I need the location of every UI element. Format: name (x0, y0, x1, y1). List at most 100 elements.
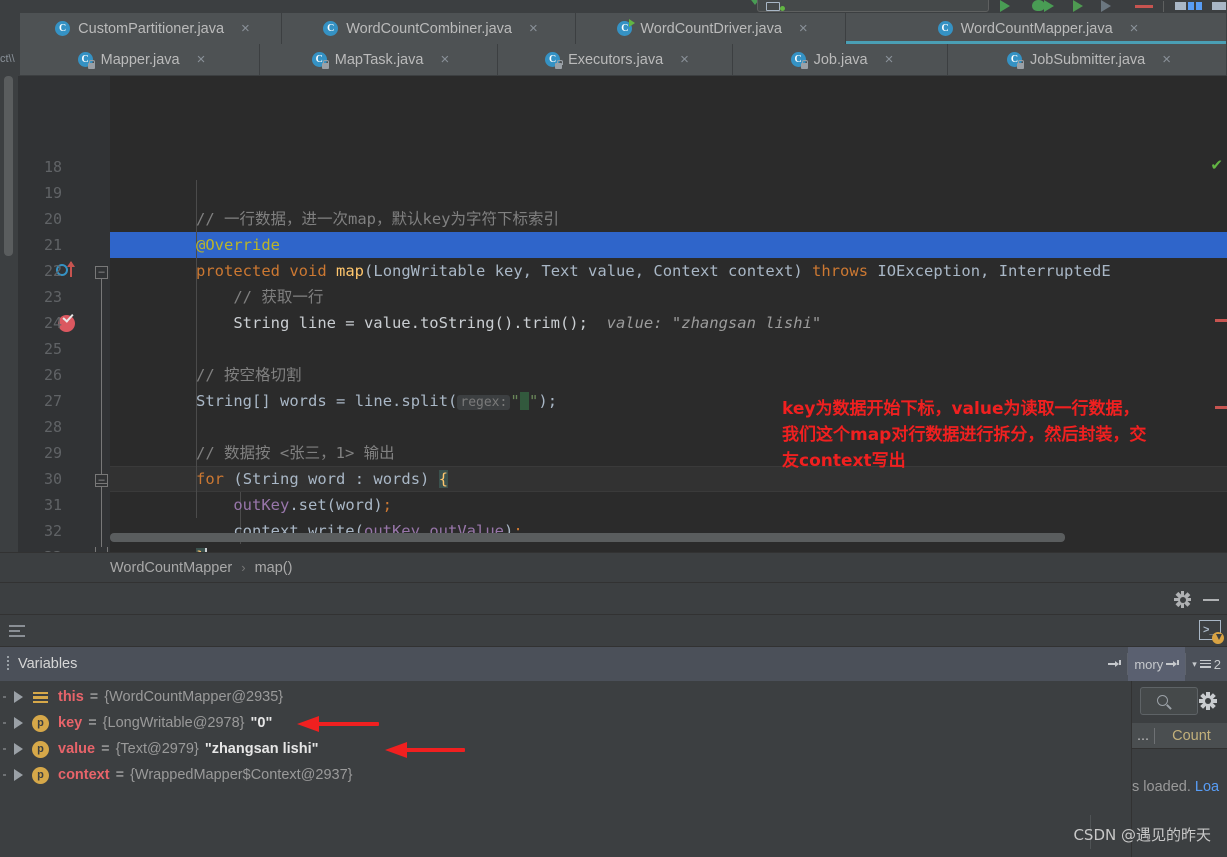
status-text: s loaded. Loa (1132, 779, 1227, 795)
expand-triangle-icon[interactable] (14, 769, 23, 781)
tab-close-icon[interactable]: × (680, 52, 689, 67)
tab-close-icon[interactable]: × (1130, 21, 1139, 36)
variable-type: {Text@2979} (115, 741, 199, 757)
layout-button-icon[interactable] (1175, 2, 1186, 10)
threads-count-button[interactable]: ▾ 2 (1186, 647, 1227, 681)
line-number: 29 (43, 444, 62, 462)
code-line-33: } (196, 544, 207, 552)
line-number: 20 (43, 210, 62, 228)
variable-type: {LongWritable@2978} (102, 715, 245, 731)
tab-label: WordCountCombiner.java (346, 20, 512, 37)
gear-icon[interactable] (1199, 692, 1217, 710)
threads-icon (1199, 659, 1211, 669)
code-editor[interactable]: ✔ – – 18 19 20 21 22 23 24 25 26 27 28 2… (0, 76, 1227, 552)
search-input[interactable] (1140, 687, 1198, 715)
tab-label: JobSubmitter.java (1029, 51, 1146, 68)
tab-jobsubmitter[interactable]: C JobSubmitter.java × (948, 44, 1227, 75)
run-config-dot-icon (780, 6, 785, 11)
debug-arrow-icon[interactable] (1044, 0, 1054, 12)
layout-button2-icon[interactable] (1188, 2, 1194, 10)
column-header-ellipsis: ... (1136, 727, 1150, 744)
breadcrumb-separator-icon: › (241, 560, 246, 575)
tab-wordcountmapper[interactable]: C WordCountMapper.java × (846, 13, 1227, 44)
tab-close-icon[interactable]: × (885, 52, 894, 67)
line-number: 30 (43, 470, 62, 488)
watermark: CSDN @遇见的昨天 (1073, 826, 1211, 844)
tab-close-icon[interactable]: × (241, 21, 250, 36)
code-line-23: // 获取一行 (196, 288, 324, 306)
variables-tab-label[interactable]: Variables (18, 656, 77, 672)
expand-triangle-icon[interactable] (14, 743, 23, 755)
breadcrumb[interactable]: WordCountMapper › map() (0, 552, 1227, 582)
status-link[interactable]: Loa (1195, 779, 1219, 795)
tab-mapper[interactable]: C Mapper.java × (20, 44, 260, 75)
tab-label: CustomPartitioner.java (78, 20, 225, 37)
search-icon (1157, 695, 1168, 706)
tab-close-icon[interactable]: × (1162, 52, 1171, 67)
line-number: 32 (43, 522, 62, 540)
minimize-icon[interactable] (1203, 599, 1219, 601)
tab-close-icon[interactable]: × (799, 21, 808, 36)
editor-hscrollbar[interactable] (110, 533, 1065, 542)
run-coverage-icon[interactable] (1073, 0, 1083, 12)
line-number: 22 (43, 262, 62, 280)
tab-wordcountdriver[interactable]: C WordCountDriver.java × (576, 13, 846, 44)
debug-window-toolbar (0, 582, 1227, 615)
error-stripe-marker[interactable] (1215, 319, 1227, 322)
gear-icon[interactable] (1174, 591, 1191, 608)
tab-close-icon[interactable]: × (197, 52, 206, 67)
stop-button-icon[interactable] (1135, 5, 1153, 8)
expand-triangle-icon[interactable] (14, 691, 23, 703)
line-number: 28 (43, 418, 62, 436)
memory-label: mory (1134, 656, 1164, 672)
java-class-readonly-icon: C (77, 51, 96, 69)
code-line-30: for (String word : words) { (196, 470, 449, 488)
tab-custompartitioner[interactable]: C CustomPartitioner.java × (20, 13, 282, 44)
sort-lines-icon[interactable] (9, 625, 25, 638)
variables-tree[interactable]: this = {WordCountMapper@2935} p key = {L… (0, 681, 1131, 857)
editor-hscrollbar-thumb[interactable] (110, 533, 1065, 542)
tab-wordcountcombiner[interactable]: C WordCountCombiner.java × (282, 13, 576, 44)
variable-row-value[interactable]: p value = {Text@2979} "zhangsan lishi" (0, 736, 1131, 762)
line-number: 33 (18, 544, 62, 552)
run-button-icon[interactable] (1000, 0, 1010, 12)
tab-label: Job.java (813, 51, 868, 68)
run-configuration-selector[interactable] (757, 0, 989, 12)
layout-button3-icon[interactable] (1196, 2, 1202, 10)
table-header[interactable]: ... Count (1132, 723, 1227, 749)
tab-job[interactable]: C Job.java × (733, 44, 948, 75)
variable-row-this[interactable]: this = {WordCountMapper@2935} (0, 684, 1131, 710)
breadcrumb-class[interactable]: WordCountMapper (110, 560, 232, 576)
variable-row-context[interactable]: p context = {WrappedMapper$Context@2937} (0, 762, 1131, 788)
line-number: 31 (43, 496, 62, 514)
tab-executors[interactable]: C Executors.java × (498, 44, 733, 75)
console-icon[interactable]: >_ (1199, 620, 1224, 644)
profile-icon[interactable] (1101, 0, 1111, 12)
breadcrumb-method[interactable]: map() (255, 560, 293, 576)
expand-triangle-icon[interactable] (14, 717, 23, 729)
tab-close-icon[interactable]: × (529, 21, 538, 36)
memory-button[interactable]: mory (1128, 647, 1186, 681)
minimize-window-icon[interactable] (1212, 2, 1226, 10)
fold-marker-for-icon[interactable]: – (95, 474, 108, 487)
parameter-icon: p (32, 766, 49, 784)
project-path-stub: ct\\ (0, 44, 20, 75)
tab-close-icon[interactable]: × (440, 52, 449, 67)
tab-label: WordCountDriver.java (640, 20, 782, 37)
java-class-icon: C (55, 20, 71, 37)
restore-layout-button[interactable] (1102, 647, 1127, 681)
code-line-24: String line = value.toString().trim(); v… (196, 314, 822, 332)
drag-grip-icon[interactable] (6, 656, 12, 672)
project-scrollbar[interactable] (4, 76, 13, 256)
line-number: 19 (43, 184, 62, 202)
code-line-29: // 数据按 <张三，1> 输出 (196, 444, 395, 462)
tab-maptask[interactable]: C MapTask.java × (260, 44, 498, 75)
editor-tabs: C CustomPartitioner.java × C WordCountCo… (0, 13, 1227, 76)
variable-type: {WordCountMapper@2935} (104, 689, 284, 705)
variable-row-key[interactable]: p key = {LongWritable@2978} "0" (0, 710, 1131, 736)
inline-debug-value: value: "zhangsan lishi" (606, 314, 822, 332)
column-header-count[interactable]: Count (1155, 728, 1227, 744)
fold-marker-icon[interactable]: – (95, 266, 108, 279)
editor-tab-row-2: ct\\ C Mapper.java × C MapTask.java × C … (0, 44, 1227, 75)
tab-label: WordCountMapper.java (960, 20, 1113, 37)
